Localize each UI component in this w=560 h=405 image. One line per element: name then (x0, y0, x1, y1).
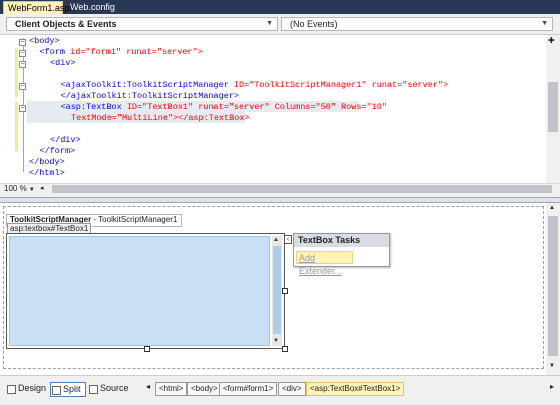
code-attributes: ID="TextBox1" runat="server" Columns="50… (121, 102, 387, 112)
script-manager-id: - ToolkitScriptManager1 (91, 215, 178, 224)
chevron-down-icon: ▼ (28, 187, 35, 193)
tasks-title: TextBox Tasks (294, 234, 389, 247)
code-tag: </form> (39, 146, 76, 156)
code-tag: </ajaxToolkit:ToolkitScriptManager> (60, 91, 240, 101)
resize-handle[interactable] (282, 288, 288, 294)
code-tag: </body> (29, 157, 65, 167)
editor-horizontal-scroll-thumb[interactable] (52, 185, 552, 193)
events-dropdown-label: (No Events) (290, 19, 338, 29)
source-view-button[interactable]: Source (88, 382, 129, 395)
tab-webform1[interactable]: WebForm1.aspx* (3, 1, 77, 14)
code-attributes: id="form1" runat="server"> (65, 47, 203, 57)
split-view-button[interactable]: Split (50, 382, 86, 397)
code-line: <div> (50, 58, 76, 69)
design-view-label: Design (18, 383, 47, 393)
code-attributes: TextMode="MultiLine"></asp:TextBox> (71, 113, 250, 123)
code-attributes: ID="ToolkitScriptManager1" runat="server… (228, 80, 449, 90)
change-marker (15, 48, 18, 97)
split-view-label: Split (63, 384, 81, 394)
resize-handle[interactable] (144, 346, 150, 352)
design-icon (7, 385, 16, 394)
breadcrumb-item[interactable]: <body> (187, 382, 222, 396)
objects-dropdown[interactable]: Client Objects & Events ▼ (6, 17, 278, 31)
add-extender-link[interactable]: Add Extender... (296, 251, 353, 276)
breadcrumb-right-icon[interactable]: ▸ (550, 382, 554, 391)
objects-dropdown-label: Client Objects & Events (15, 19, 117, 29)
code-tag: <form (39, 47, 66, 57)
change-marker (15, 101, 18, 151)
collapse-icon[interactable]: − (19, 50, 26, 57)
code-line: <body> (29, 36, 60, 47)
code-tag: </html> (29, 168, 65, 178)
source-view-label: Source (100, 383, 129, 393)
code-tag: <div> (50, 58, 76, 68)
scroll-up-icon[interactable]: ▲ (549, 205, 555, 211)
resize-handle[interactable] (282, 346, 288, 352)
code-line: <asp:TextBox ID="TextBox1" runat="server… (61, 102, 387, 113)
events-dropdown[interactable]: (No Events) ▼ (281, 17, 553, 31)
scroll-down-icon[interactable]: ▼ (273, 338, 279, 344)
design-view-button[interactable]: Design (6, 382, 46, 395)
textbox-input-area[interactable] (9, 236, 270, 346)
chevron-down-icon: ▼ (541, 20, 548, 27)
code-line: </div> (50, 135, 81, 146)
collapse-icon[interactable]: − (19, 39, 26, 46)
breadcrumb-item[interactable]: <form#form1> (219, 382, 278, 396)
textbox-scroll-thumb[interactable] (273, 246, 281, 334)
zoom-dropdown[interactable]: 100 % ▼ (4, 184, 35, 193)
code-line: TextMode="MultiLine"></asp:TextBox> (71, 113, 250, 124)
breadcrumb-item[interactable]: <div> (278, 382, 306, 396)
code-tag: </div> (50, 135, 81, 145)
design-scroll-thumb[interactable] (548, 216, 558, 356)
code-tag: <asp:TextBox (60, 102, 122, 112)
source-icon (89, 385, 98, 394)
editor-scroll-thumb[interactable] (548, 82, 558, 132)
breadcrumb-item[interactable]: <html> (155, 382, 188, 396)
scroll-left-icon[interactable]: ◂ (40, 184, 44, 192)
tab-web-config[interactable]: Web.config (66, 1, 119, 14)
scroll-down-icon[interactable]: ▼ (549, 363, 555, 369)
code-line: <ajaxToolkit:ToolkitScriptManager ID="To… (61, 80, 449, 91)
collapse-icon[interactable]: − (19, 83, 26, 90)
code-line: </html> (29, 168, 65, 179)
code-line: </ajaxToolkit:ToolkitScriptManager> (61, 91, 240, 102)
breadcrumb-left-icon[interactable]: ◂ (146, 382, 150, 391)
code-line: </form> (40, 146, 76, 157)
code-tag: <ajaxToolkit:ToolkitScriptManager (60, 80, 229, 90)
smart-tag-button[interactable]: ‹ (284, 235, 292, 244)
code-line: </body> (29, 157, 65, 168)
navigation-bar: Client Objects & Events ▼ (No Events) ▼ (0, 14, 560, 35)
scroll-up-icon[interactable]: ▲ (273, 237, 279, 243)
breadcrumb-item[interactable]: <asp:TextBox#TextBox1> (306, 382, 405, 396)
code-line: <form id="form1" runat="server"> (40, 47, 203, 58)
code-tag: <body> (29, 36, 60, 46)
chevron-down-icon: ▼ (266, 20, 273, 27)
split-icon (52, 386, 61, 395)
collapse-icon[interactable]: − (19, 61, 26, 68)
collapse-icon[interactable]: − (19, 105, 26, 112)
zoom-label: 100 % (4, 184, 27, 193)
split-icon[interactable]: ✚ (548, 36, 555, 45)
